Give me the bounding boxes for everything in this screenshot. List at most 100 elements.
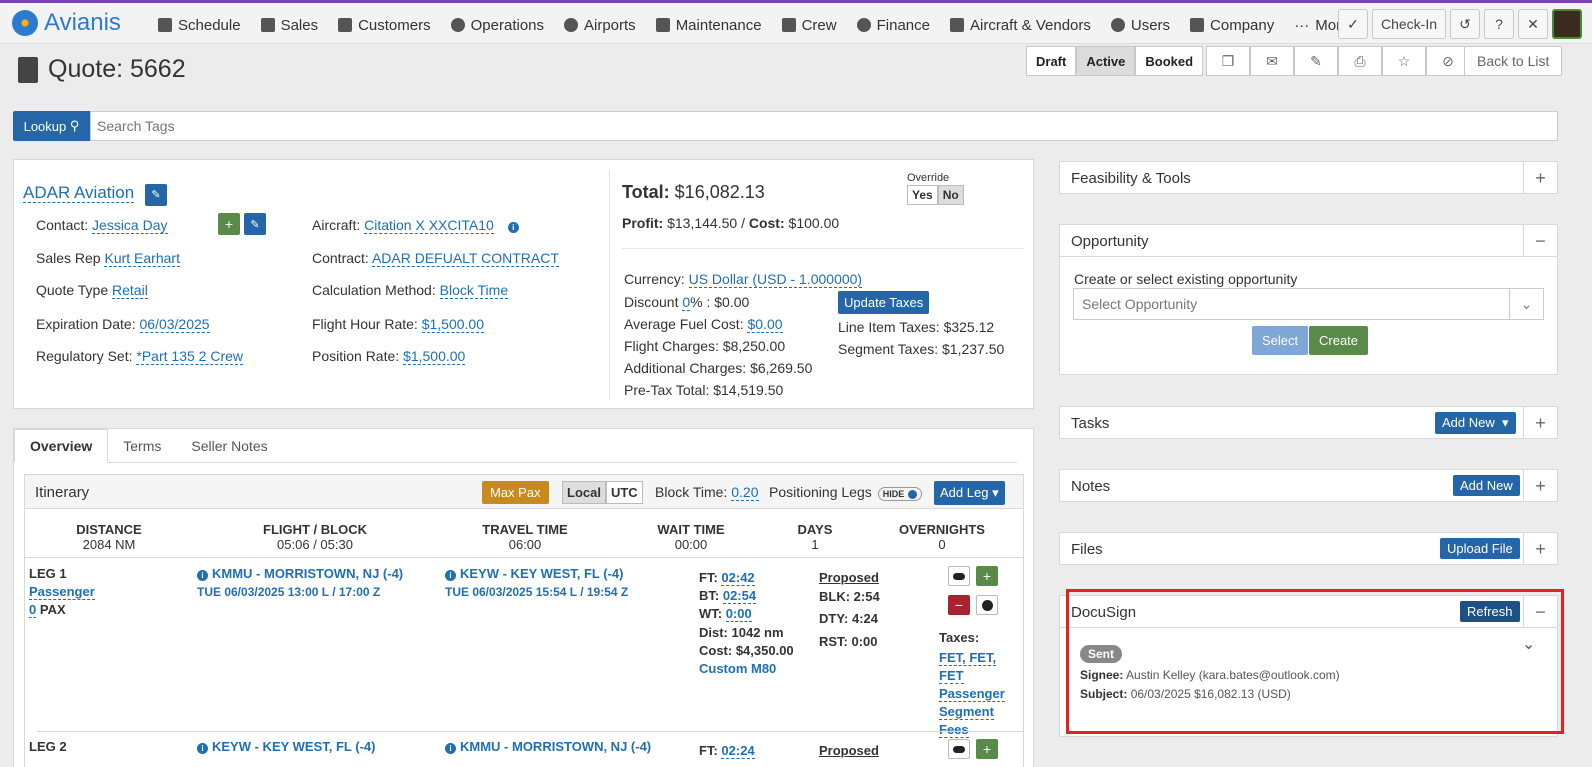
leg2-from[interactable]: i KEYW - KEY WEST, FL (-4) [197,739,375,754]
calc-method-link[interactable]: Block Time [439,282,509,299]
leg2-to[interactable]: i KMMU - MORRISTOWN, NJ (-4) [445,739,651,754]
nav-users[interactable]: Users [1101,13,1180,37]
local-button[interactable]: Local [562,481,606,504]
plus-icon[interactable]: + [1523,162,1557,194]
nav-company[interactable]: Company [1180,13,1284,37]
max-pax-button[interactable]: Max Pax [482,481,549,504]
leg1-to[interactable]: i KEYW - KEY WEST, FL (-4) [445,566,623,581]
fuel-link[interactable]: $0.00 [747,316,783,333]
leg1-from-time[interactable]: TUE 06/03/2025 13:00 L / 17:00 Z [197,585,380,599]
tab-seller-notes[interactable]: Seller Notes [176,429,282,463]
update-taxes-button[interactable]: Update Taxes [838,291,930,314]
leg1-add-icon[interactable]: + [976,566,998,586]
panel-title[interactable]: Tasks [1071,415,1109,432]
leg2-ft-link[interactable]: 02:24 [721,743,755,759]
leg1-pax-link[interactable]: 0 [29,602,37,618]
nav-aircraft-vendors[interactable]: Aircraft & Vendors [940,13,1101,37]
add-leg-button[interactable]: Add Leg ▾ [934,481,1005,505]
history-icon[interactable]: ↺ [1450,9,1480,39]
leg1-type-link[interactable]: Passenger [29,584,95,600]
leg1-globe-icon[interactable] [976,595,998,615]
contact-link[interactable]: Jessica Day [92,217,168,234]
leg2-add-icon[interactable]: + [976,739,998,759]
help-icon[interactable]: ? [1484,9,1514,39]
panel-title[interactable]: Files [1071,541,1103,558]
nav-customers[interactable]: Customers [328,13,441,37]
leg1-from[interactable]: i KMMU - MORRISTOWN, NJ (-4) [197,566,403,581]
nav-maintenance[interactable]: Maintenance [646,13,772,37]
add-contact-icon[interactable]: + [218,213,240,235]
star-icon[interactable]: ☆ [1382,46,1426,76]
tab-terms[interactable]: Terms [108,429,176,463]
company-link[interactable]: ADAR Aviation [23,183,135,203]
notes-add-new-button[interactable]: Add New [1453,475,1520,496]
position-rate-row: Position Rate: $1,500.00 [312,348,466,365]
leg1-ft-link[interactable]: 02:42 [721,570,755,586]
nav-sales[interactable]: Sales [251,13,329,37]
override-no-button[interactable]: No [937,185,964,205]
print-icon[interactable]: ⎙ [1338,46,1382,76]
position-rate-link[interactable]: $1,500.00 [403,348,466,365]
expiration-link[interactable]: 06/03/2025 [139,316,210,333]
nav-crew[interactable]: Crew [772,13,847,37]
lookup-button[interactable]: Lookup ⚲ [13,111,90,141]
salesrep-link[interactable]: Kurt Earhart [104,250,180,267]
search-tags-input[interactable] [90,111,1558,141]
check-circle-icon[interactable]: ✓ [1337,9,1368,39]
flight-hour-rate-link[interactable]: $1,500.00 [421,316,485,333]
leg1-bt-link[interactable]: 02:54 [722,588,757,604]
email-icon[interactable]: ✉ [1250,46,1294,76]
copy-icon[interactable]: ❐ [1206,46,1250,76]
nav-airports[interactable]: Airports [554,13,646,37]
status-active-button[interactable]: Active [1076,46,1136,76]
status-booked-button[interactable]: Booked [1135,46,1204,76]
regset-link[interactable]: *Part 135 2 Crew [136,348,243,365]
leg2-proposed[interactable]: Proposed [819,743,879,758]
hide-toggle[interactable]: HIDE [877,487,923,501]
tasks-add-new-button[interactable]: Add New ▾ [1435,412,1516,434]
panel-title[interactable]: Opportunity [1071,233,1149,250]
nav-schedule[interactable]: Schedule [148,13,251,37]
contract-link[interactable]: ADAR DEFUALT CONTRACT [371,250,559,267]
leg1-fet-link[interactable]: FET, FET, FET [939,650,997,684]
nav-operations[interactable]: Operations [441,13,554,37]
checkin-button[interactable]: Check-In [1371,9,1446,39]
avatar[interactable] [1552,9,1582,39]
override-yes-button[interactable]: Yes [907,185,938,205]
currency-link[interactable]: US Dollar (USD - 1.000000) [688,271,863,288]
tab-overview[interactable]: Overview [14,429,109,463]
panel-title[interactable]: Feasibility & Tools [1071,170,1191,187]
leg1-cost: Cost: $4,350.00 [699,643,794,658]
leg1-custom-link[interactable]: Custom M80 [699,661,776,676]
minus-icon[interactable]: − [1523,225,1557,257]
block-time-link[interactable]: 0.20 [731,484,759,501]
leg1-proposed[interactable]: Proposed [819,570,879,585]
expand-icon[interactable]: ✕ [1518,9,1548,39]
discount-link[interactable]: 0 [682,294,691,311]
sign-icon[interactable]: ✎ [1294,46,1338,76]
leg1-toggle-icon[interactable] [948,566,970,586]
panel-title[interactable]: Notes [1071,478,1110,495]
plus-icon[interactable]: + [1523,407,1557,439]
leg1-to-time[interactable]: TUE 06/03/2025 15:54 L / 19:54 Z [445,585,628,599]
back-to-list-button[interactable]: Back to List [1464,46,1563,76]
aircraft-link[interactable]: Citation X XXCITA10 [364,217,494,234]
plus-icon[interactable]: + [1523,470,1557,502]
plus-icon[interactable]: + [1523,533,1557,565]
leg1-remove-icon[interactable]: − [948,595,970,615]
leg2-toggle-icon[interactable] [948,739,970,759]
status-draft-button[interactable]: Draft [1026,46,1077,76]
opportunity-select[interactable]: Select Opportunity ⌄ [1073,288,1544,320]
select-button[interactable]: Select [1252,326,1309,355]
edit-icon[interactable]: ✎ [144,183,167,206]
upload-file-button[interactable]: Upload File [1440,538,1520,559]
create-button[interactable]: Create [1309,326,1369,355]
info-icon[interactable]: i [507,222,519,233]
leg1-taxes-links[interactable]: FET, FET, FET Passenger Segment Fees [939,649,1023,739]
quotetype-link[interactable]: Retail [112,282,148,299]
leg1-wt-link[interactable]: 0:00 [725,606,752,622]
avianis-logo[interactable]: Avianis [12,9,121,37]
nav-finance[interactable]: Finance [847,13,940,37]
utc-button[interactable]: UTC [605,481,643,504]
edit-contact-icon[interactable]: ✎ [244,213,266,235]
